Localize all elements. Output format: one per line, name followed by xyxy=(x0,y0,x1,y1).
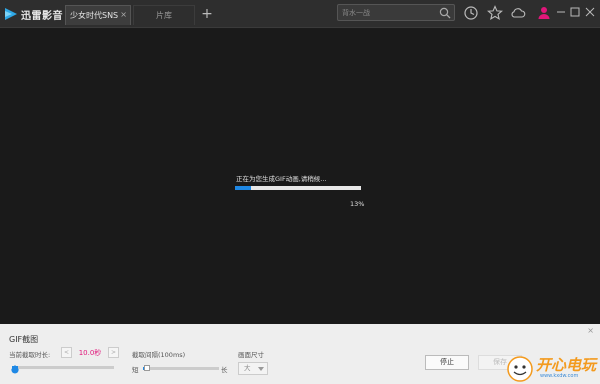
user-icon[interactable] xyxy=(536,5,552,21)
cloud-icon[interactable] xyxy=(510,5,526,21)
interval-slider[interactable] xyxy=(143,367,219,370)
tab-label: 片库 xyxy=(156,11,172,20)
close-window-icon[interactable] xyxy=(585,7,595,17)
search-box xyxy=(337,4,455,21)
stop-button[interactable]: 停止 xyxy=(425,355,469,370)
play-logo-icon xyxy=(5,8,17,20)
app-title: 迅雷影音 xyxy=(21,10,63,22)
maximize-icon[interactable] xyxy=(570,7,580,17)
watermark-url: www.kxdw.com xyxy=(540,373,579,379)
size-select[interactable]: 大 xyxy=(238,362,268,375)
size-label: 画面尺寸 xyxy=(238,351,264,359)
panel-close-icon[interactable]: × xyxy=(587,326,594,335)
title-bar: 迅雷影音 少女时代SNS × 片库 + xyxy=(0,0,600,28)
duration-label: 当前截取时长: xyxy=(9,351,51,359)
minimize-icon[interactable] xyxy=(556,7,566,17)
close-icon[interactable]: × xyxy=(120,10,127,19)
gif-progress-message: 正在为您生成GIF动画,请稍候... xyxy=(236,175,327,183)
interval-slider-handle[interactable] xyxy=(144,365,150,371)
interval-short-label: 短 xyxy=(132,366,139,374)
gif-progress-fill xyxy=(235,186,252,190)
watermark-text: 开心电玩 xyxy=(536,356,597,374)
panel-title: GIF截图 xyxy=(9,335,39,344)
interval-long-label: 长 xyxy=(221,366,228,374)
tab-label: 少女时代SNS xyxy=(70,11,119,20)
tab-library[interactable]: 片库 xyxy=(133,5,195,25)
interval-label: 截取间隔(100ms) xyxy=(132,351,186,359)
app-logo[interactable]: 迅雷影音 xyxy=(4,5,66,23)
search-icon[interactable] xyxy=(439,7,451,19)
gif-progress-bar xyxy=(235,186,361,190)
duration-value: 10.0秒 xyxy=(78,348,102,357)
search-input[interactable] xyxy=(342,6,434,19)
add-tab-button[interactable]: + xyxy=(199,5,215,23)
tab-current-video[interactable]: 少女时代SNS × xyxy=(65,5,131,25)
duration-slider[interactable] xyxy=(12,366,114,369)
gif-progress-percent: 13% xyxy=(350,200,365,208)
duration-slider-handle[interactable] xyxy=(11,365,19,375)
star-icon[interactable] xyxy=(487,5,503,21)
duration-increase-button[interactable]: > xyxy=(108,347,119,358)
duration-stepper: < 10.0秒 > xyxy=(61,346,119,359)
clock-icon[interactable] xyxy=(463,5,479,21)
duration-decrease-button[interactable]: < xyxy=(61,347,72,358)
